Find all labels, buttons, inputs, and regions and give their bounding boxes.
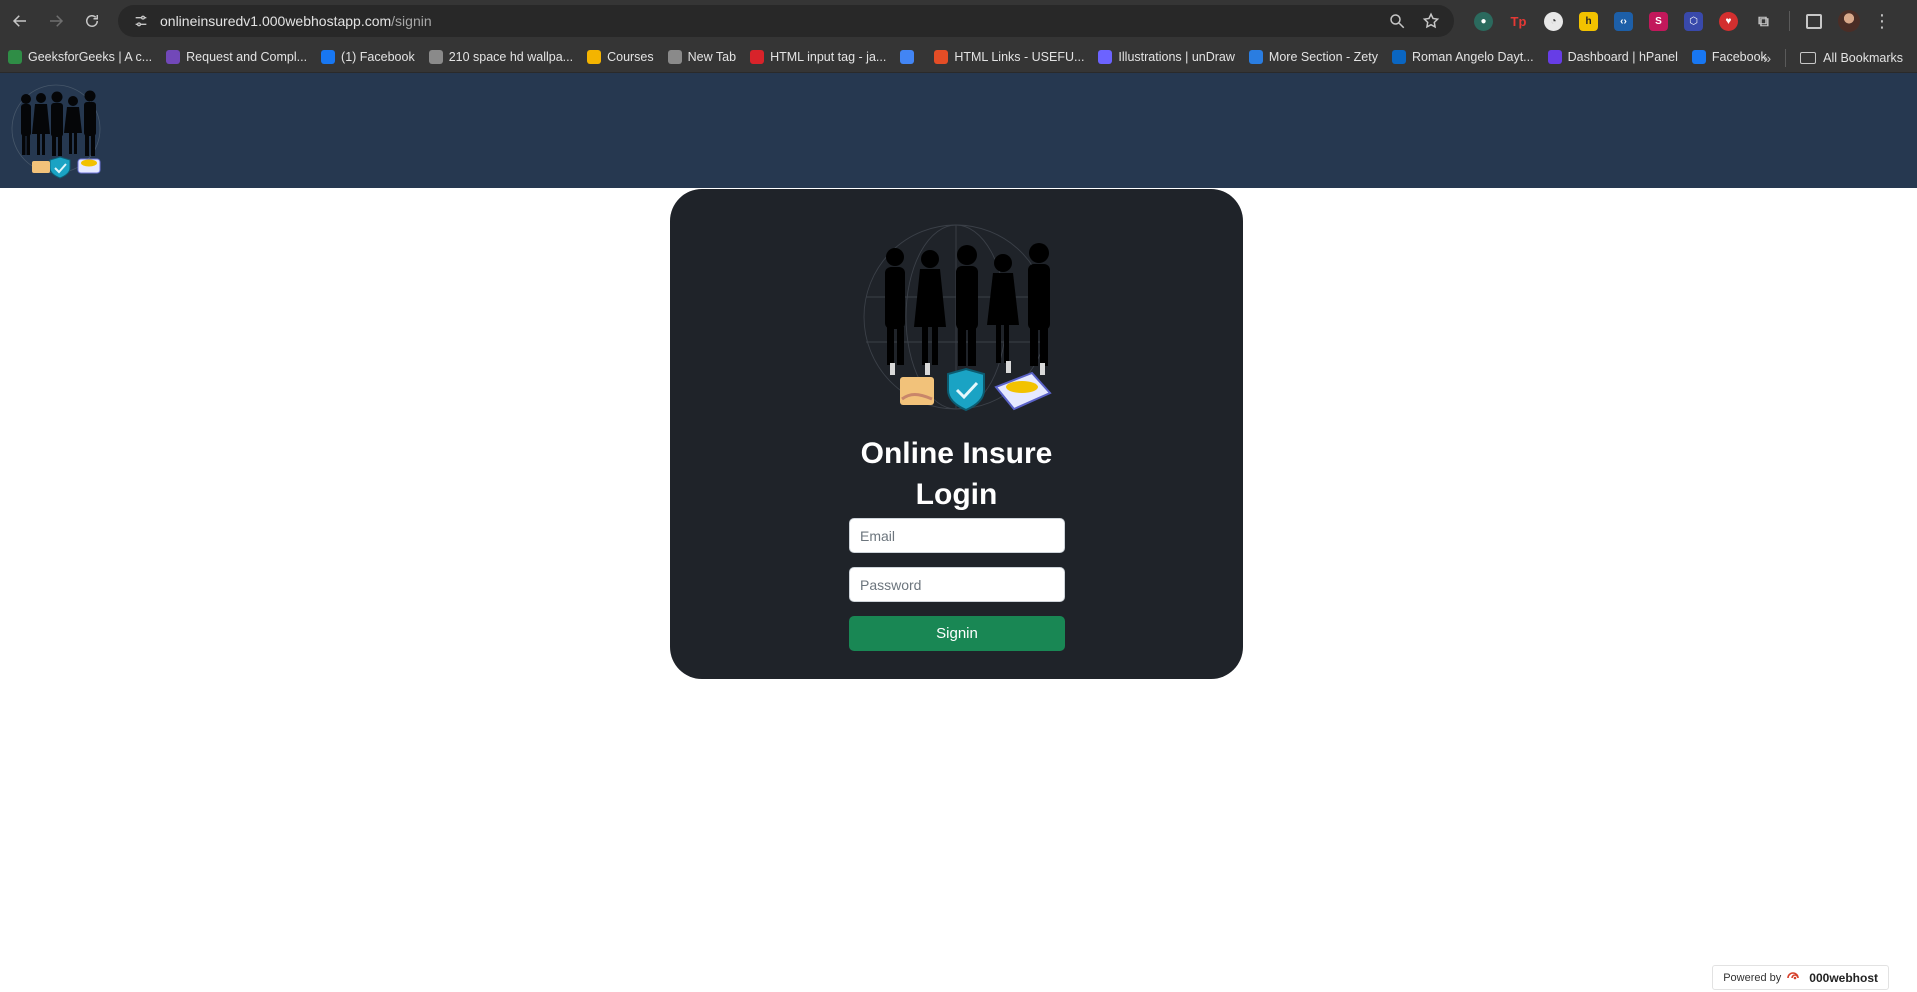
login-card: Online Insure Login Signin: [670, 189, 1243, 679]
undraw-icon: [1098, 50, 1113, 64]
extension-tp-icon[interactable]: Tp: [1509, 12, 1528, 31]
signin-button[interactable]: Signin: [849, 616, 1065, 651]
bookmark-label: HTML Links - USEFU...: [954, 50, 1085, 64]
globe-icon: [428, 50, 443, 64]
geeksforgeeks-icon: [8, 50, 22, 64]
site-info-icon[interactable]: [126, 13, 156, 29]
powered-by-badge[interactable]: Powered by 000webhost: [1712, 965, 1889, 990]
bookmark-label: More Section - Zety: [1268, 50, 1378, 64]
bookmark-item[interactable]: (1) Facebook: [321, 50, 415, 64]
bookmark-item[interactable]: HTML Links - USEFU...: [934, 50, 1084, 64]
bookmark-item[interactable]: 210 space hd wallpa...: [428, 50, 574, 64]
bookmark-item[interactable]: GeeksforGeeks | A c...: [8, 50, 152, 64]
profile-avatar[interactable]: [1838, 10, 1860, 32]
classroom-icon: [587, 50, 602, 64]
bookmark-star-icon[interactable]: [1422, 12, 1440, 30]
bookmark-label: 210 space hd wallpa...: [448, 50, 574, 64]
extensions-puzzle-icon[interactable]: ⧉: [1754, 12, 1773, 31]
extension-alien-icon[interactable]: ●: [1474, 11, 1493, 31]
bookmark-label: Facebook: [1711, 50, 1767, 64]
side-panel-icon[interactable]: [1806, 13, 1822, 29]
bookmarks-bar: GeeksforGeeks | A c... Request and Compl.…: [0, 42, 1917, 73]
site-header: [0, 73, 1917, 188]
table-icon: [900, 50, 915, 64]
url-path: /signin: [391, 13, 432, 29]
more-bookmarks-icon[interactable]: »: [1763, 50, 1771, 66]
bookmark-label: GeeksforGeeks | A c...: [28, 50, 153, 64]
bookmark-item[interactable]: More Section - Zety: [1248, 50, 1378, 64]
bookmark-item[interactable]: New Tab: [667, 50, 737, 64]
bookmark-item[interactable]: Request and Compl...: [166, 50, 307, 64]
powered-by-label: Powered by: [1723, 971, 1782, 984]
linkedin-icon: [1392, 50, 1406, 64]
extension-s-icon[interactable]: S: [1649, 11, 1668, 31]
extension-speed-icon[interactable]: ◔: [1544, 11, 1563, 31]
forms-icon: [166, 50, 181, 64]
email-field[interactable]: [849, 518, 1065, 553]
html-icon: [934, 50, 949, 64]
extension-hex-icon[interactable]: ⬡: [1684, 11, 1703, 31]
login-title-line1: Online Insure: [860, 437, 1053, 470]
arrow-left-icon: [12, 15, 26, 27]
bookmark-item[interactable]: [900, 50, 920, 64]
facebook-icon: [1691, 50, 1706, 64]
reload-icon: [86, 15, 98, 27]
extension-code-icon[interactable]: ‹›: [1614, 11, 1633, 31]
bookmark-label: HTML input tag - ja...: [770, 50, 887, 64]
reload-button[interactable]: [74, 3, 110, 39]
online-insure-logo: [863, 224, 1052, 412]
zoom-icon[interactable]: [1388, 12, 1406, 30]
url-host: onlineinsuredv1.000webhostapp.com: [160, 13, 392, 29]
password-field[interactable]: [849, 567, 1065, 602]
bookmark-item[interactable]: Courses: [587, 50, 654, 64]
facebook-icon: [321, 50, 336, 64]
bookmark-label: Courses: [607, 50, 654, 64]
extension-h-icon[interactable]: h: [1579, 11, 1598, 31]
bookmark-label: Illustrations | unDraw: [1118, 50, 1235, 64]
webhost-brand: 000webhost: [1809, 970, 1878, 985]
extension-shield-icon[interactable]: ♥: [1719, 11, 1738, 31]
bookmark-item[interactable]: Facebook: [1691, 50, 1767, 64]
bookmark-label: (1) Facebook: [341, 50, 415, 64]
globe-icon: [667, 50, 682, 64]
address-bar[interactable]: onlineinsuredv1.000webhostapp.com/signin: [118, 5, 1454, 37]
bookmark-label: Roman Angelo Dayt...: [1412, 50, 1534, 64]
forward-button[interactable]: [38, 3, 74, 39]
bookmarks-divider: [1785, 48, 1787, 67]
browser-toolbar: onlineinsuredv1.000webhostapp.com/signin…: [0, 0, 1917, 42]
javatpoint-icon: [750, 50, 765, 64]
webhost-logo-icon: [1787, 971, 1800, 979]
site-logo[interactable]: [8, 79, 118, 183]
bookmark-item[interactable]: Roman Angelo Dayt...: [1392, 50, 1534, 64]
all-bookmarks-link[interactable]: All Bookmarks: [1823, 51, 1903, 65]
login-title-line2: Login: [915, 478, 998, 511]
extensions-area: ● Tp ◔ h ‹› S ⬡ ♥ ⧉ ⋮: [1466, 0, 1892, 42]
arrow-right-icon: [50, 15, 64, 27]
bookmark-item[interactable]: Dashboard | hPanel: [1547, 50, 1678, 64]
bookmarks-right: » All Bookmarks: [1763, 42, 1903, 73]
bookmark-label: Dashboard | hPanel: [1567, 50, 1678, 64]
bookmark-label: Request and Compl...: [186, 50, 308, 64]
bookmark-label: New Tab: [687, 50, 737, 64]
bookmark-item[interactable]: HTML input tag - ja...: [750, 50, 886, 64]
hostinger-icon: [1547, 50, 1562, 64]
toolbar-divider: [1789, 11, 1790, 31]
browser-menu-icon[interactable]: ⋮: [1872, 11, 1892, 32]
bookmark-item[interactable]: Illustrations | unDraw: [1098, 50, 1235, 64]
zety-icon: [1248, 50, 1263, 64]
folder-icon: [1800, 51, 1817, 64]
url-text[interactable]: onlineinsuredv1.000webhostapp.com/signin: [160, 13, 1388, 29]
back-button[interactable]: [2, 3, 38, 39]
